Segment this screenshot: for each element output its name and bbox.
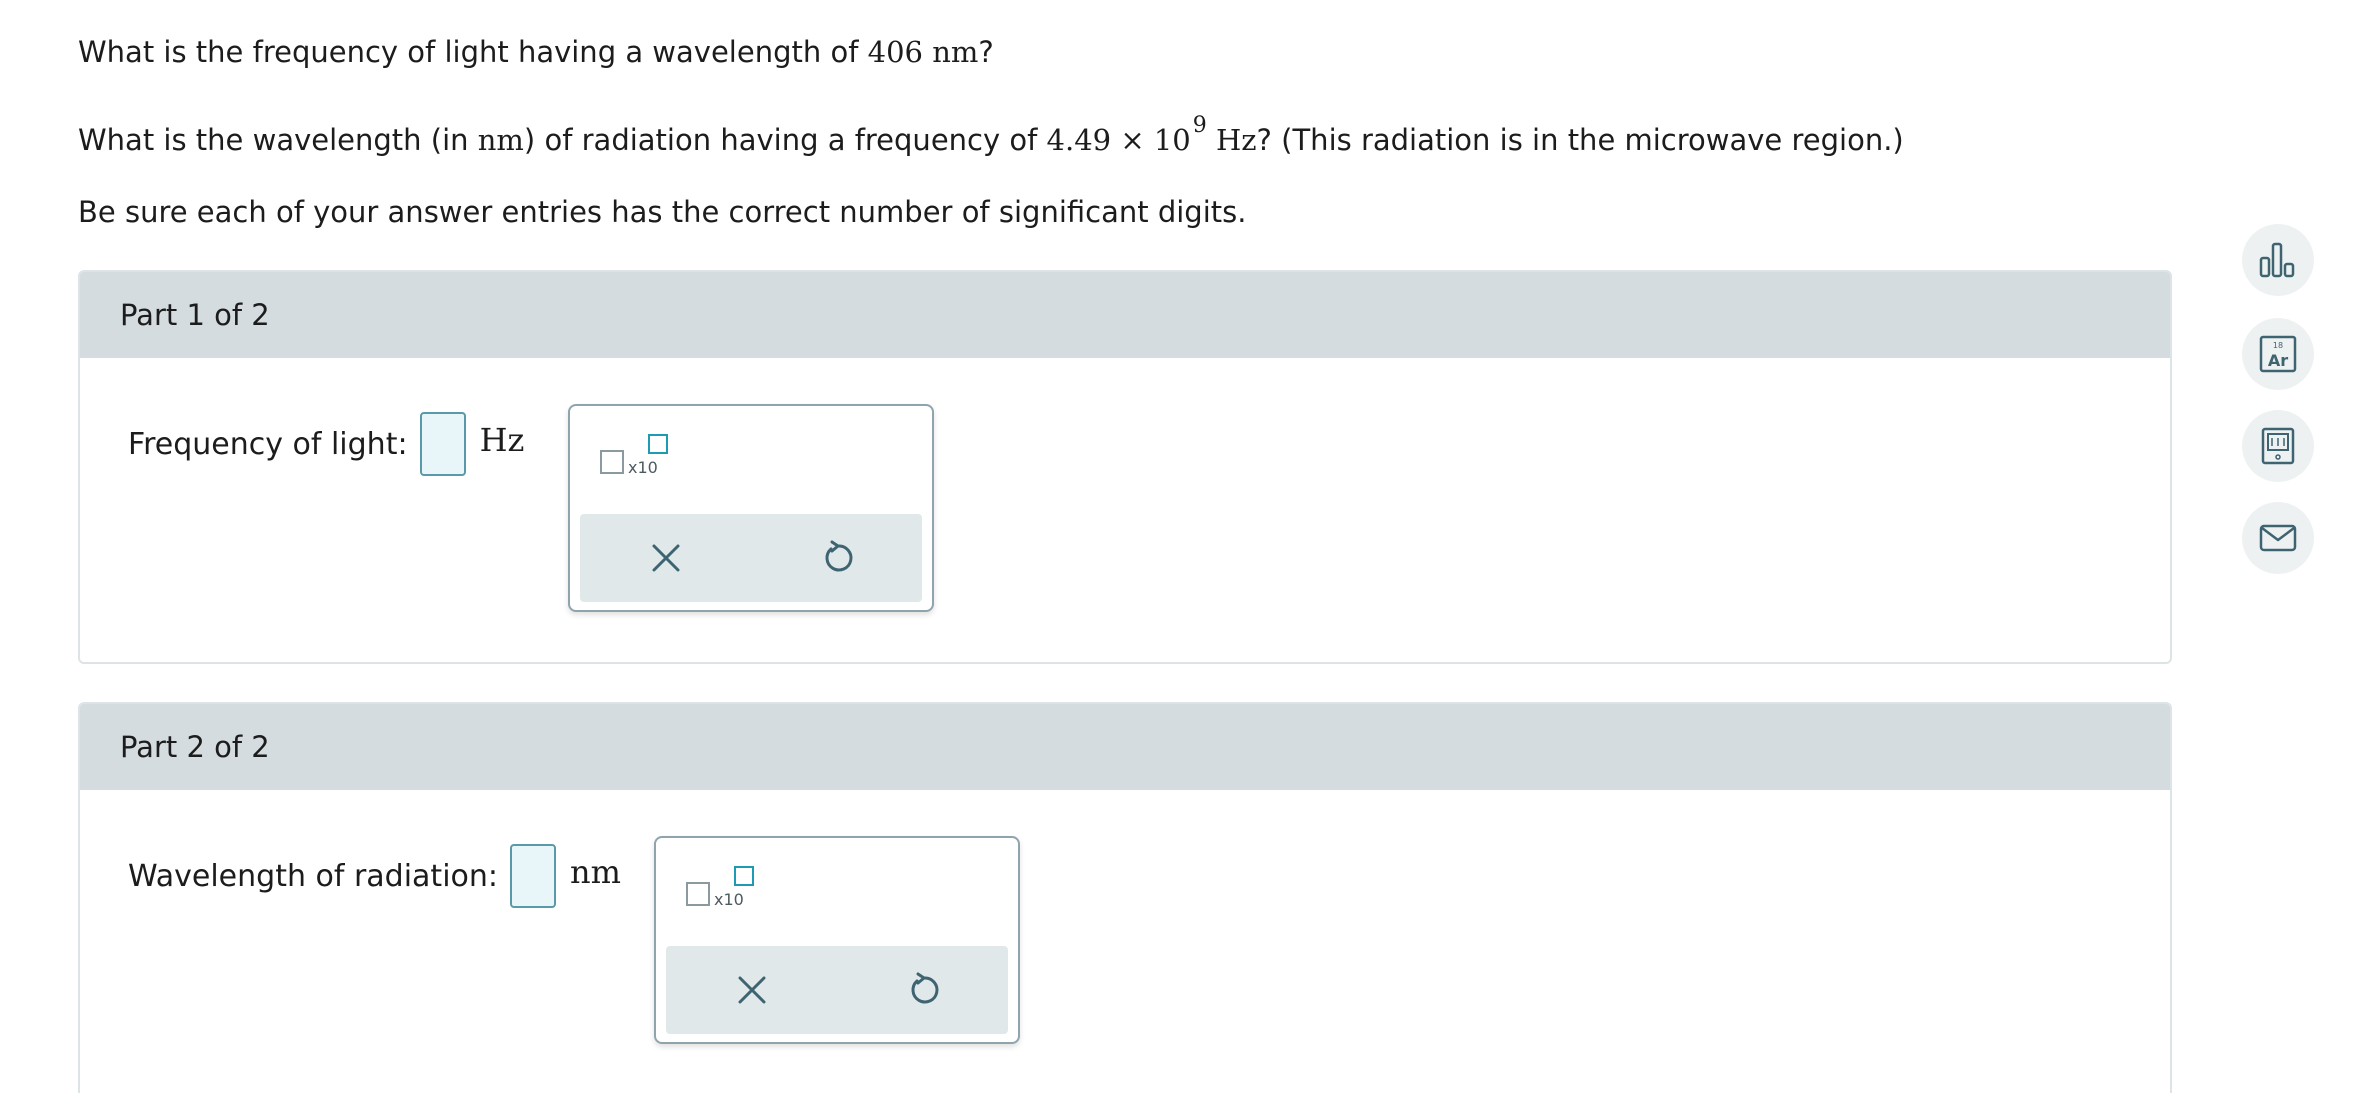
question-frequency: What is the frequency of light having a … [78,35,994,69]
base-box-icon [686,882,710,906]
scientific-notation-button[interactable]: x10 [600,434,680,486]
x10-label: x10 [714,890,744,909]
part-2-answer-row: Wavelength of radiation: nm [128,844,621,908]
part-2-header: Part 2 of 2 [80,704,2170,790]
question-wavelength: What is the wavelength (in nm) of radiat… [78,113,1904,157]
undo-icon [825,540,853,572]
clear-button[interactable] [730,968,774,1012]
mail-icon [2259,524,2297,552]
undo-button[interactable] [816,536,860,580]
wavelength-input[interactable] [510,844,557,908]
wavelength-label: Wavelength of radiation: [128,858,499,894]
part-2-math-palette: x10 [654,836,1020,1044]
message-button[interactable] [2242,502,2314,574]
periodic-table-icon: 18 Ar [2259,335,2297,373]
exponent-box-icon [648,434,668,454]
part-1-math-palette: x10 [568,404,934,612]
x10-label: x10 [628,458,658,477]
calculator-book-icon [2261,427,2295,465]
part-2-panel: Part 2 of 2 Wavelength of radiation: nm … [78,702,2172,1093]
periodic-tile-symbol: Ar [2268,351,2288,370]
undo-icon [911,972,939,1004]
periodic-tile-number: 18 [2273,341,2283,350]
bar-chart-icon [2259,242,2295,278]
calculator-button[interactable] [2242,410,2314,482]
close-icon [738,976,766,1004]
part-1-answer-row: Frequency of light: Hz [128,412,524,476]
frequency-unit: Hz [479,421,525,459]
part-1-panel: Part 1 of 2 Frequency of light: Hz x10 [78,270,2172,664]
scientific-notation-button[interactable]: x10 [686,866,766,918]
sig-figs-note: Be sure each of your answer entries has … [78,195,1247,229]
data-tool-button[interactable] [2242,224,2314,296]
part-1-header: Part 1 of 2 [80,272,2170,358]
exponent-box-icon [734,866,754,886]
frequency-label: Frequency of light: [128,426,408,462]
undo-button[interactable] [902,968,946,1012]
base-box-icon [600,450,624,474]
close-icon [652,544,680,572]
wavelength-unit: nm [570,853,621,891]
clear-button[interactable] [644,536,688,580]
palette-actions-bar [580,514,922,602]
periodic-table-button[interactable]: 18 Ar [2242,318,2314,390]
palette-actions-bar [666,946,1008,1034]
assignment-page: What is the frequency of light having a … [0,0,2360,1093]
frequency-input[interactable] [419,412,466,476]
